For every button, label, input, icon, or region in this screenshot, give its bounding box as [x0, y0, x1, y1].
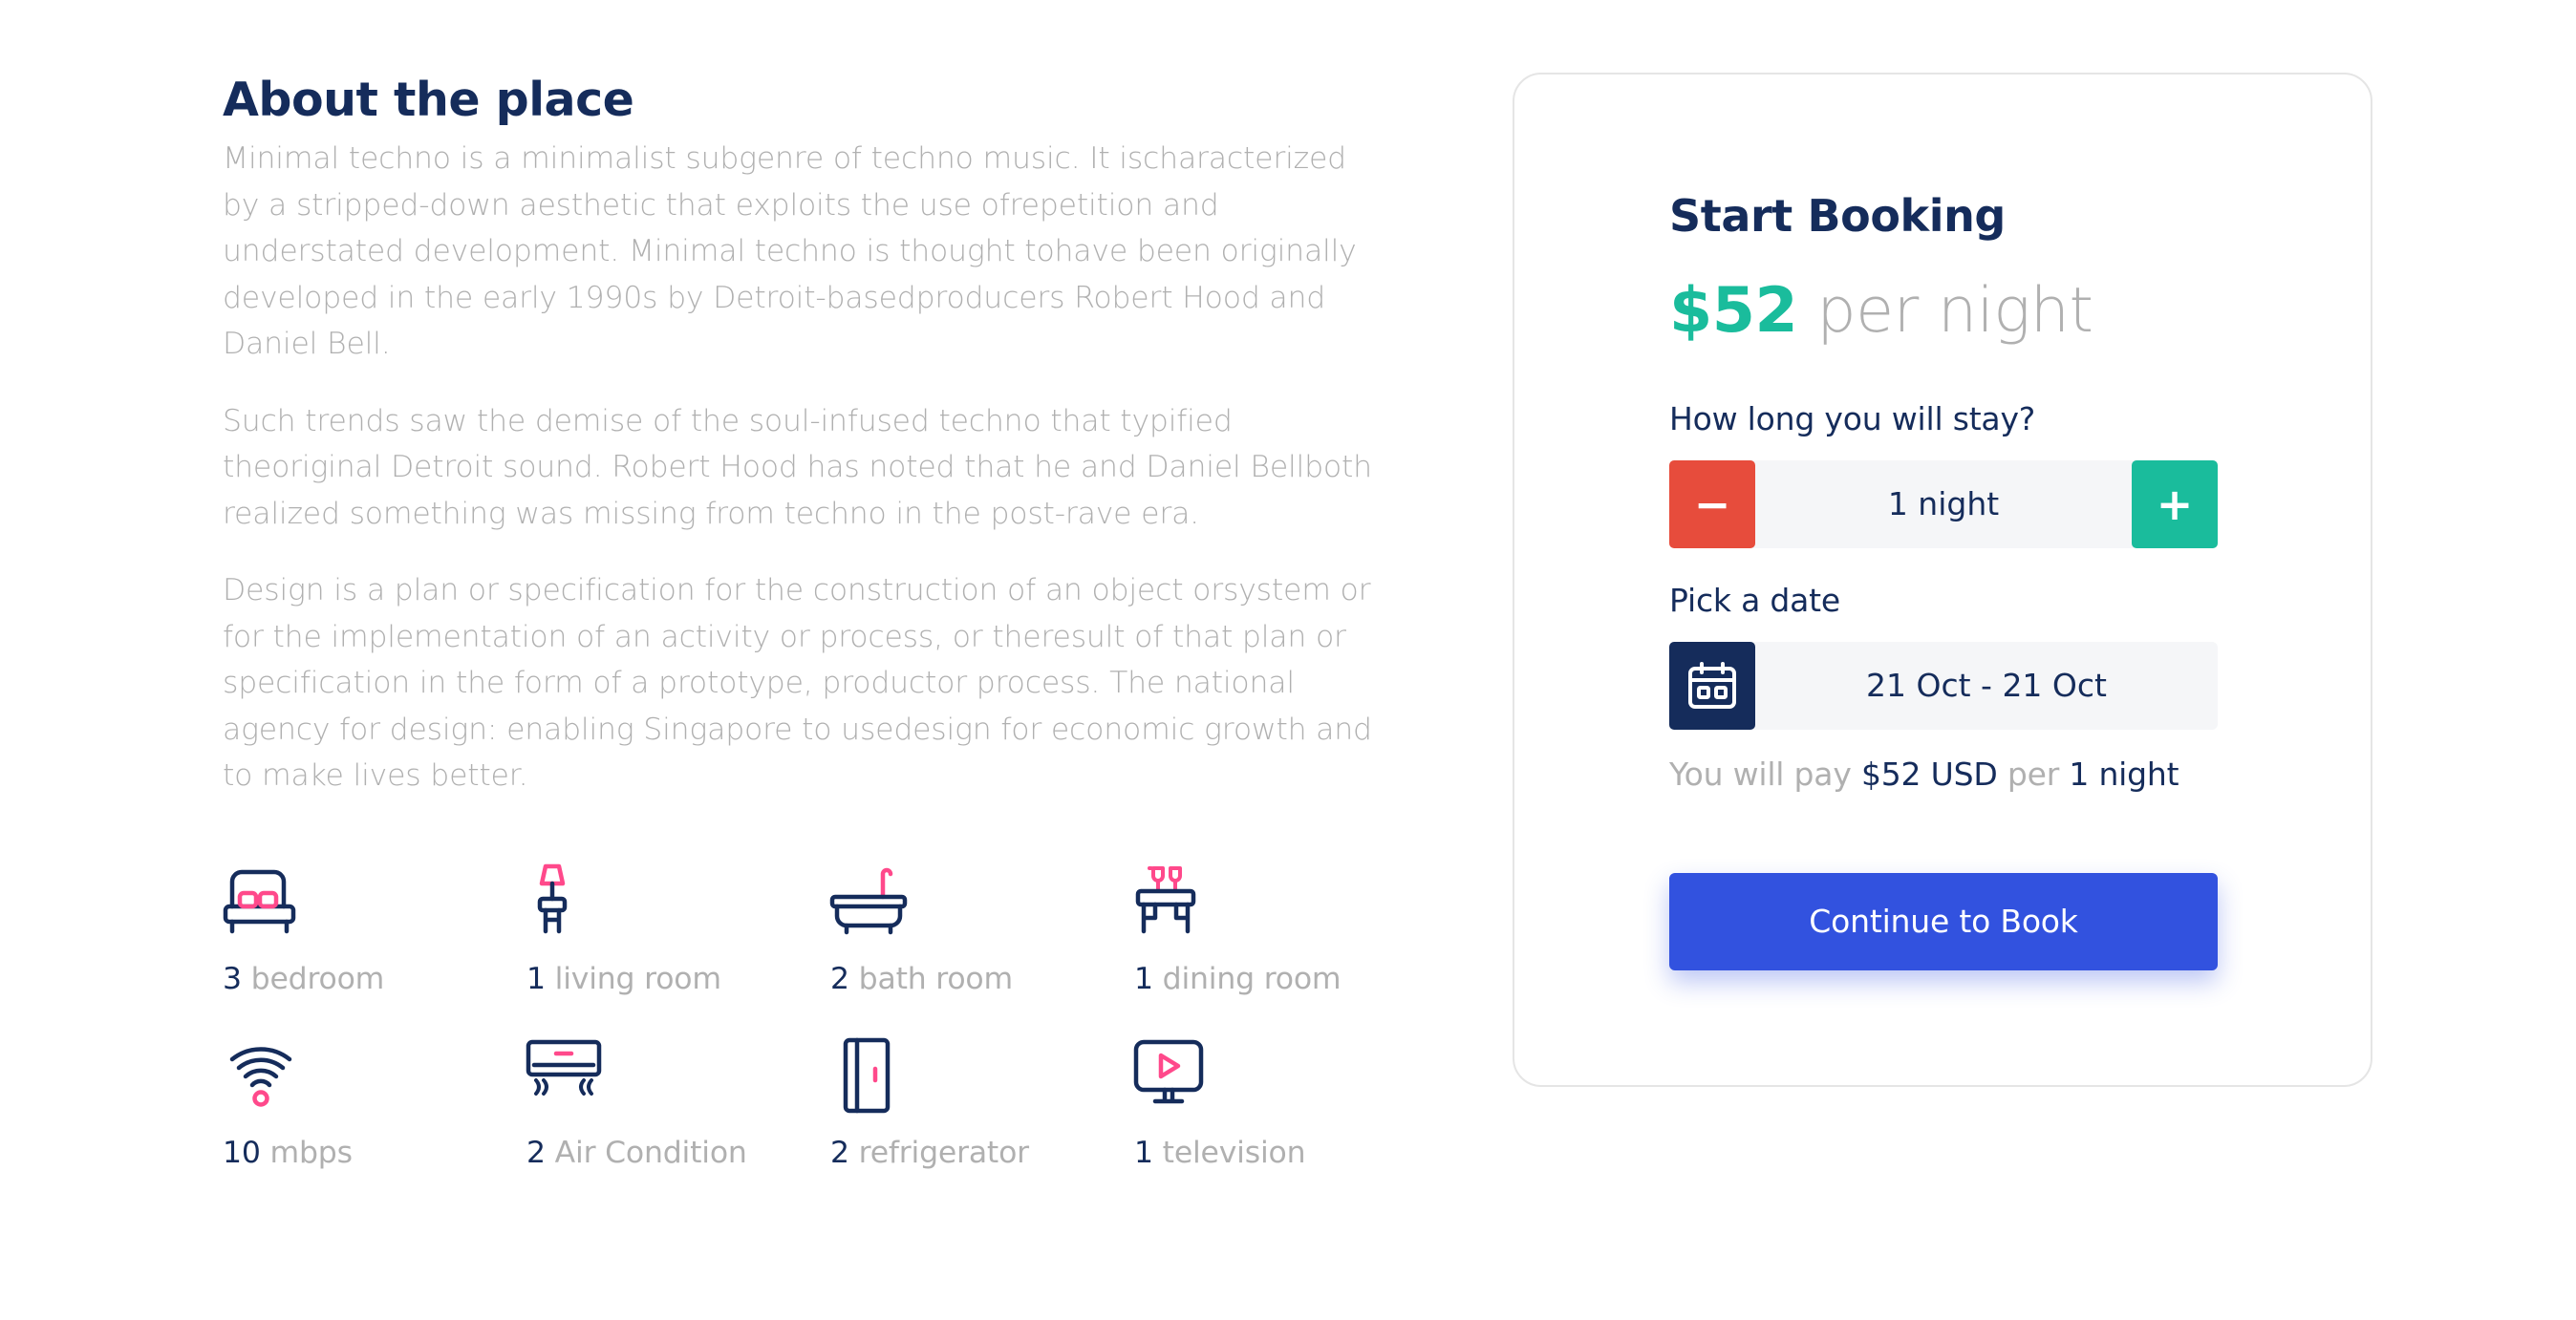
- amenities-grid: 3 bedroom 1 living room 2 bath room 1 di…: [223, 863, 1465, 1182]
- amenity-count: 1: [526, 962, 546, 996]
- duration-label: How long you will stay?: [1669, 400, 2036, 437]
- amenity-label: living room: [554, 962, 721, 996]
- date-picker[interactable]: 21 Oct - 21 Oct: [1669, 642, 2218, 730]
- duration-stepper: − 1 night +: [1669, 460, 2218, 548]
- amenity-bedroom: 3 bedroom: [223, 864, 509, 1008]
- about-section: About the place Minimal techno is a mini…: [223, 67, 1388, 830]
- amenity-label: bedroom: [250, 962, 385, 996]
- price-display: $52 per night: [1669, 273, 2093, 350]
- increase-nights-button[interactable]: +: [2132, 460, 2218, 548]
- amenity-label: mbps: [269, 1136, 353, 1170]
- booking-card: Start Booking $52 per night How long you…: [1513, 73, 2372, 1087]
- refrigerator-icon: [830, 1037, 911, 1118]
- decrease-nights-button[interactable]: −: [1669, 460, 1755, 548]
- amenity-count: 3: [223, 962, 242, 996]
- wifi-icon: [223, 1038, 303, 1118]
- calendar-icon[interactable]: [1669, 642, 1755, 730]
- amenity-dining-room: 1 dining room: [1134, 864, 1421, 1008]
- amenity-count: 2: [830, 1136, 849, 1170]
- price-amount: $52: [1669, 275, 1798, 347]
- amenity-label: television: [1162, 1136, 1306, 1170]
- amenity-bath-room: 2 bath room: [829, 864, 1117, 1008]
- price-unit: per night: [1816, 275, 2093, 347]
- amenity-count: 2: [526, 1136, 546, 1170]
- amenity-count: 10: [223, 1136, 261, 1170]
- amenity-television: 1 television: [1133, 1038, 1421, 1182]
- television-icon: [1133, 1038, 1214, 1118]
- about-title: About the place: [223, 73, 634, 127]
- duration-value[interactable]: 1 night: [1755, 460, 2132, 548]
- booking-title: Start Booking: [1669, 190, 2006, 242]
- amenity-wifi: 10 mbps: [223, 1038, 509, 1182]
- about-paragraph-3: Design is a plan or specification for th…: [223, 573, 1372, 793]
- dining-table-icon: [1134, 864, 1214, 945]
- amenity-label: dining room: [1162, 962, 1342, 996]
- amenity-refrigerator: 2 refrigerator: [830, 1037, 1117, 1182]
- payment-summary: You will pay $52 USD per 1 night: [1669, 753, 2179, 797]
- bed-icon: [223, 864, 303, 945]
- about-paragraph-1: Minimal techno is a minimalist subgenre …: [223, 141, 1357, 361]
- amenity-count: 1: [1134, 962, 1153, 996]
- amenity-label: Air Condition: [554, 1136, 747, 1170]
- summary-amount: $52 USD: [1860, 756, 1998, 793]
- amenity-label: bath room: [858, 962, 1014, 996]
- about-paragraph-2: Such trends saw the demise of the soul-i…: [223, 403, 1372, 531]
- date-label: Pick a date: [1669, 582, 1841, 619]
- summary-per: per: [2007, 756, 2060, 793]
- amenity-count: 2: [830, 962, 849, 996]
- summary-nights: 1 night: [2069, 756, 2179, 793]
- amenity-label: refrigerator: [858, 1136, 1029, 1170]
- date-value[interactable]: 21 Oct - 21 Oct: [1755, 642, 2218, 730]
- amenity-air-condition: 2 Air Condition: [526, 1038, 813, 1182]
- air-conditioner-icon: [526, 1038, 607, 1118]
- lamp-icon: [526, 863, 607, 945]
- continue-to-book-button[interactable]: Continue to Book: [1669, 873, 2218, 970]
- summary-prefix: You will pay: [1669, 756, 1852, 793]
- amenity-count: 1: [1134, 1136, 1153, 1170]
- amenity-living-room: 1 living room: [526, 863, 813, 1008]
- bathtub-icon: [829, 864, 911, 945]
